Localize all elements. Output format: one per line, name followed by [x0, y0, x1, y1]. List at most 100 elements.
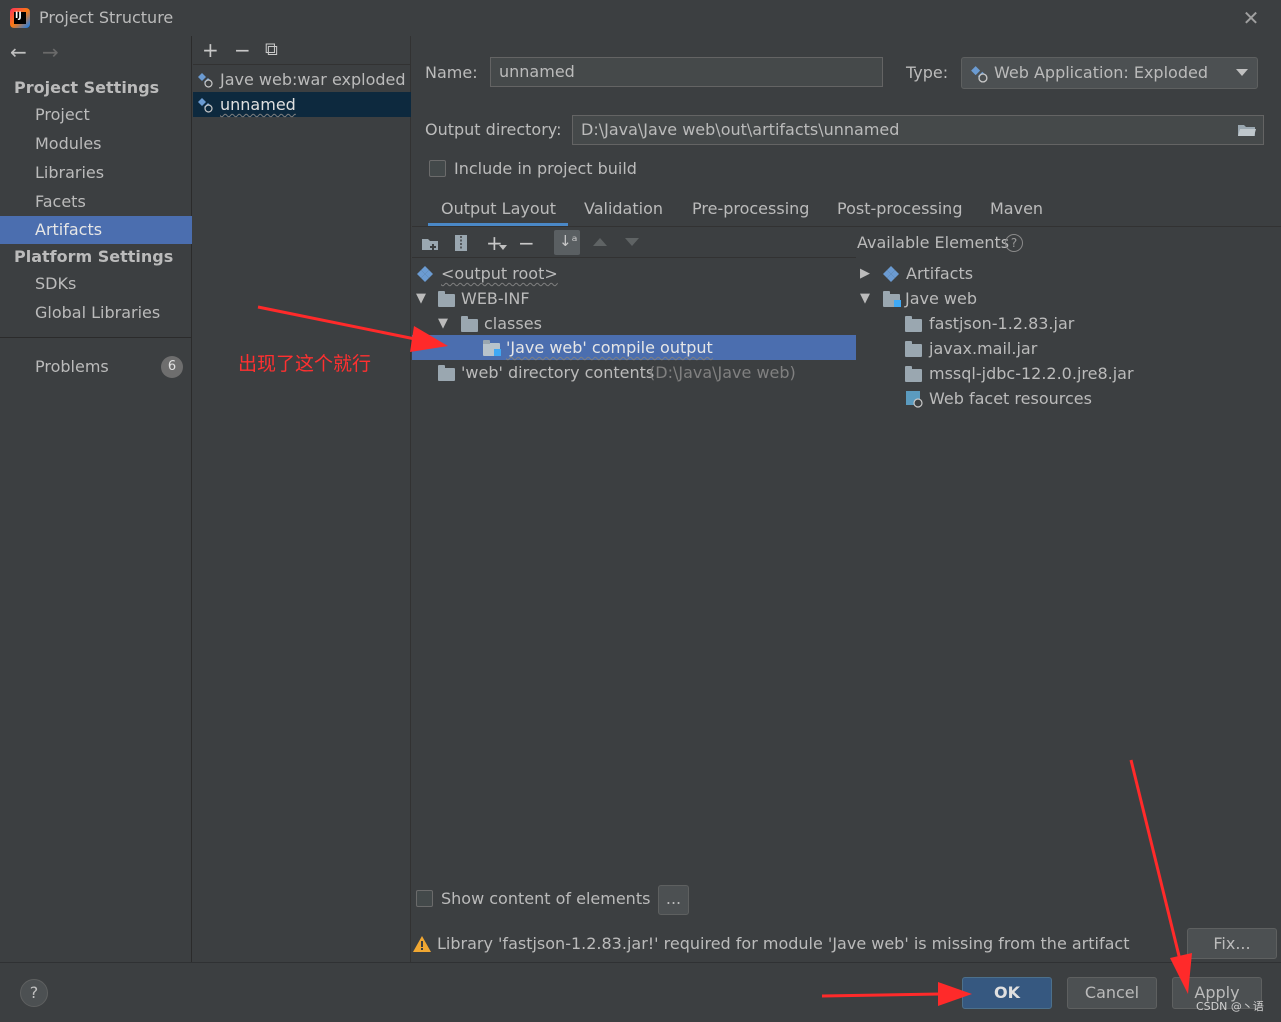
tab-maven[interactable]: Maven: [990, 196, 1043, 226]
back-arrow-icon[interactable]: ←: [10, 40, 27, 64]
project-settings-heading: Project Settings: [14, 78, 160, 97]
name-input[interactable]: unnamed: [490, 57, 883, 87]
tree-label: Jave web: [905, 289, 978, 308]
tree-label: 'web' directory contents: [461, 363, 655, 382]
sidebar-item-modules[interactable]: Modules: [0, 130, 192, 158]
include-in-build-label: Include in project build: [454, 159, 637, 178]
cancel-button[interactable]: Cancel: [1067, 977, 1157, 1009]
output-directory-input[interactable]: D:\Java\Jave web\out\artifacts\unnamed: [572, 115, 1264, 145]
list-item-unnamed[interactable]: unnamed: [193, 92, 411, 117]
available-row-javax-mail[interactable]: javax.mail.jar: [857, 336, 1277, 361]
jar-icon: [905, 341, 922, 357]
expand-arrow-icon[interactable]: ▼: [860, 286, 870, 311]
add-copy-button[interactable]: +: [486, 233, 503, 253]
type-value: Web Application: Exploded: [994, 63, 1208, 82]
help-icon[interactable]: ?: [1005, 234, 1023, 252]
close-icon[interactable]: ✕: [1241, 6, 1261, 30]
available-row-artifacts[interactable]: ▶ Artifacts: [857, 261, 1277, 286]
jar-icon: [905, 316, 922, 332]
tree-label: <output root>: [441, 264, 558, 283]
available-row-module[interactable]: ▼ Jave web: [857, 286, 1277, 311]
available-elements-title: Available Elements: [857, 233, 1010, 252]
tree-row-output-root[interactable]: <output root>: [412, 261, 856, 286]
warning-message: Library 'fastjson-1.2.83.jar!' required …: [437, 934, 1130, 953]
sidebar-item-libraries[interactable]: Libraries: [0, 159, 192, 187]
available-row-mssql-jdbc[interactable]: mssql-jdbc-12.2.0.jre8.jar: [857, 361, 1277, 386]
sort-button[interactable]: ↓ᵃ: [554, 230, 580, 255]
remove-element-button[interactable]: −: [518, 233, 535, 253]
artifact-label: Jave web:war exploded: [220, 70, 406, 89]
copy-artifact-button[interactable]: ⧉: [265, 40, 278, 60]
new-directory-icon[interactable]: [421, 236, 439, 252]
sidebar-item-sdks[interactable]: SDKs: [0, 270, 192, 298]
expand-arrow-icon[interactable]: ▼: [438, 311, 448, 336]
help-button[interactable]: ?: [20, 979, 48, 1007]
artifact-icon: [198, 73, 213, 88]
fix-button[interactable]: Fix...: [1187, 928, 1277, 959]
tree-row-web-inf[interactable]: ▼ WEB-INF: [412, 286, 856, 311]
tree-row-web-directory[interactable]: 'web' directory contents (D:\Java\Jave w…: [412, 360, 856, 385]
sort-icon: ↓ᵃ: [559, 232, 578, 250]
list-item-jave-web-war-exploded[interactable]: Jave web:war exploded: [193, 67, 411, 92]
show-content-checkbox[interactable]: [416, 890, 433, 907]
remove-artifact-button[interactable]: −: [234, 40, 251, 60]
move-up-icon[interactable]: [593, 238, 607, 246]
tab-output-layout[interactable]: Output Layout: [428, 196, 568, 226]
jar-icon: [905, 366, 922, 382]
add-artifact-button[interactable]: +: [202, 40, 219, 60]
sidebar-item-project[interactable]: Project: [0, 101, 192, 129]
annotation-text: 出现了这个就行: [238, 353, 372, 375]
browse-folder-icon[interactable]: [1237, 122, 1257, 138]
arrow-to-apply-button: [1129, 759, 1192, 994]
watermark: CSDN @丶语: [1196, 1000, 1264, 1013]
sidebar-item-artifacts[interactable]: Artifacts: [0, 216, 192, 244]
archive-icon[interactable]: [454, 234, 468, 252]
warning-icon: [413, 936, 431, 952]
name-label: Name:: [425, 63, 478, 82]
collapse-arrow-icon[interactable]: ▶: [860, 261, 870, 286]
chevron-down-icon: [1236, 69, 1248, 76]
sidebar-divider: [0, 337, 192, 338]
artifact-label: unnamed: [220, 95, 296, 114]
tree-path: (D:\Java\Jave web): [649, 363, 796, 382]
ok-button[interactable]: OK: [962, 977, 1052, 1009]
problems-count-badge: 6: [161, 356, 183, 378]
tree-row-classes[interactable]: ▼ classes: [412, 311, 856, 336]
type-dropdown[interactable]: Web Application: Exploded: [961, 57, 1258, 89]
folder-icon: [438, 291, 455, 307]
output-root-icon: [417, 266, 433, 282]
sidebar-item-facets[interactable]: Facets: [0, 188, 192, 216]
tree-label: javax.mail.jar: [929, 339, 1038, 358]
tree-label: WEB-INF: [461, 289, 530, 308]
list-toolbar-divider: [193, 64, 411, 65]
show-content-options-button[interactable]: ...: [658, 885, 689, 915]
platform-settings-heading: Platform Settings: [14, 247, 174, 266]
tree-label: Artifacts: [906, 264, 974, 283]
available-row-web-facet[interactable]: Web facet resources: [857, 386, 1277, 411]
tree-label: Web facet resources: [929, 389, 1092, 408]
module-badge-icon: [494, 349, 501, 356]
available-row-fastjson[interactable]: fastjson-1.2.83.jar: [857, 311, 1277, 336]
artifact-list-panel: [193, 36, 411, 962]
sidebar-item-global-libraries[interactable]: Global Libraries: [0, 299, 192, 327]
expand-arrow-icon[interactable]: ▼: [416, 286, 426, 311]
tree-row-compile-output[interactable]: 'Jave web' compile output: [412, 335, 856, 360]
chevron-down-icon: [499, 245, 507, 250]
type-label: Type:: [906, 63, 949, 82]
forward-arrow-icon[interactable]: →: [42, 40, 59, 64]
artifacts-icon: [883, 266, 899, 282]
tab-pre-processing[interactable]: Pre-processing: [692, 196, 809, 226]
artifact-icon: [198, 98, 213, 113]
move-down-icon[interactable]: [625, 238, 639, 246]
web-app-icon: [971, 66, 988, 83]
show-content-label: Show content of elements: [441, 889, 651, 908]
include-in-build-checkbox[interactable]: [429, 160, 446, 177]
tab-post-processing[interactable]: Post-processing: [837, 196, 962, 226]
folder-icon: [461, 316, 478, 332]
title-bar: [0, 0, 1281, 36]
intellij-logo-icon: IJ: [10, 8, 30, 28]
web-facet-icon: [906, 391, 923, 408]
tab-validation[interactable]: Validation: [584, 196, 663, 226]
tree-label: 'Jave web' compile output: [506, 338, 713, 357]
window-title: Project Structure: [39, 8, 174, 27]
